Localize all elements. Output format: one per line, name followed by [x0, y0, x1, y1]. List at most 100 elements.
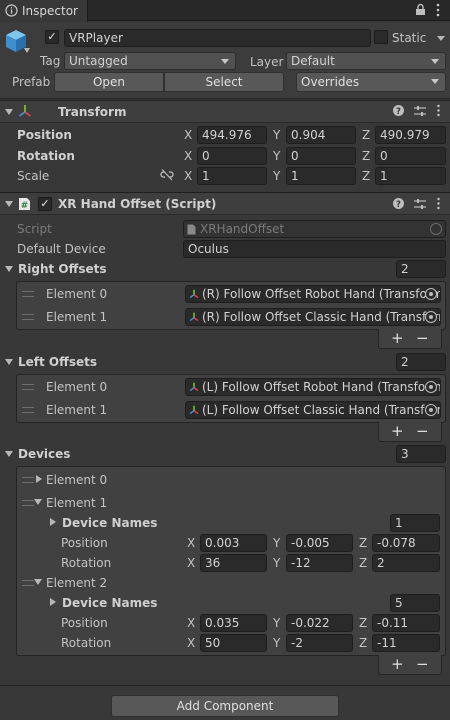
device-2-position-label[interactable]: Position — [61, 615, 108, 631]
inspector-tab[interactable]: Inspector — [0, 0, 88, 22]
right-offsets-size-field[interactable]: 2 — [396, 260, 446, 278]
icon-dropdown-arrow[interactable] — [24, 48, 30, 53]
preset-sliders-icon[interactable] — [414, 198, 426, 210]
active-checkbox[interactable]: ✓ — [45, 30, 59, 44]
position-z-field[interactable]: 490.979 — [375, 126, 446, 144]
link-broken-icon[interactable] — [160, 169, 174, 181]
default-device-field[interactable]: Oculus — [183, 240, 446, 258]
device-2-rotation-y-axis[interactable]: Y — [273, 635, 280, 651]
rotation-z-axis[interactable]: Z — [362, 148, 370, 164]
rotation-x-field[interactable]: 0 — [197, 147, 267, 165]
kebab-menu-icon[interactable] — [435, 3, 441, 17]
device-names-1-size-field[interactable]: 1 — [390, 514, 440, 532]
right-offsets-foldout-arrow[interactable] — [5, 266, 13, 272]
drag-handle-icon[interactable] — [22, 580, 34, 586]
device-element-1-foldout-arrow[interactable] — [34, 499, 42, 505]
device-2-position-z-field[interactable]: -0.11 — [372, 614, 440, 632]
drag-handle-icon[interactable] — [22, 500, 34, 506]
left-offsets-foldout-arrow[interactable] — [5, 359, 13, 365]
device-1-position-x-axis[interactable]: X — [187, 535, 195, 551]
device-2-position-y-field[interactable]: -0.022 — [286, 614, 353, 632]
help-icon[interactable]: ? — [393, 198, 404, 209]
component-menu-icon[interactable] — [436, 197, 441, 210]
device-1-position-label[interactable]: Position — [61, 535, 108, 551]
add-component-button[interactable]: Add Component — [111, 695, 339, 717]
device-1-position-y-axis[interactable]: Y — [273, 535, 280, 551]
static-checkbox[interactable] — [374, 30, 388, 44]
scale-y-axis[interactable]: Y — [273, 168, 280, 184]
left-element-1-field[interactable]: (L) Follow Offset Classic Hand (Transfor… — [185, 401, 441, 419]
device-element-0-foldout-arrow[interactable] — [36, 475, 42, 483]
device-2-position-z-axis[interactable]: Z — [359, 615, 367, 631]
device-1-position-z-field[interactable]: -0.078 — [372, 534, 440, 552]
device-1-position-y-field[interactable]: -0.005 — [286, 534, 353, 552]
drag-handle-icon[interactable] — [22, 291, 34, 297]
devices-size-field[interactable]: 3 — [396, 445, 446, 463]
remove-element-button[interactable]: − — [416, 655, 429, 673]
layer-dropdown[interactable]: Default — [286, 52, 446, 70]
position-z-axis[interactable]: Z — [362, 127, 370, 143]
object-picker-icon[interactable] — [425, 404, 437, 416]
left-offsets-size-field[interactable]: 2 — [396, 353, 446, 371]
device-2-rotation-label[interactable]: Rotation — [61, 635, 111, 651]
device-2-position-x-axis[interactable]: X — [187, 615, 195, 631]
prefab-overrides-dropdown[interactable]: Overrides — [296, 72, 446, 92]
scale-label[interactable]: Scale — [17, 168, 49, 184]
scale-x-field[interactable]: 1 — [197, 167, 267, 185]
right-element-1-field[interactable]: (R) Follow Offset Classic Hand (Transfor… — [185, 308, 441, 326]
tag-dropdown[interactable]: Untagged — [64, 52, 236, 70]
devices-foldout-arrow[interactable] — [5, 451, 13, 457]
device-2-rotation-x-axis[interactable]: X — [187, 635, 195, 651]
left-element-0-field[interactable]: (L) Follow Offset Robot Hand (Transform) — [185, 378, 441, 396]
device-element-0-label[interactable]: Element 0 — [46, 472, 107, 488]
scale-y-field[interactable]: 1 — [286, 167, 356, 185]
add-element-button[interactable]: + — [391, 655, 404, 673]
device-names-2-size-field[interactable]: 5 — [390, 594, 440, 612]
prefab-open-button[interactable]: Open — [54, 72, 164, 92]
position-x-axis[interactable]: X — [184, 127, 192, 143]
add-element-button[interactable]: + — [391, 422, 404, 440]
device-2-position-x-field[interactable]: 0.035 — [200, 614, 267, 632]
object-picker-icon[interactable] — [425, 381, 437, 393]
device-1-rotation-label[interactable]: Rotation — [61, 555, 111, 571]
device-1-rotation-x-field[interactable]: 36 — [200, 554, 267, 572]
drag-handle-icon[interactable] — [22, 314, 34, 320]
position-y-axis[interactable]: Y — [273, 127, 280, 143]
remove-element-button[interactable]: − — [416, 329, 429, 347]
rotation-label[interactable]: Rotation — [17, 148, 75, 164]
device-1-rotation-z-field[interactable]: 2 — [372, 554, 440, 572]
device-element-2-foldout-arrow[interactable] — [34, 579, 42, 585]
device-names-1-foldout-arrow[interactable] — [50, 518, 56, 526]
script-foldout-arrow[interactable] — [5, 201, 13, 207]
object-picker-icon[interactable] — [425, 311, 437, 323]
scale-x-axis[interactable]: X — [184, 168, 192, 184]
device-2-rotation-y-field[interactable]: -2 — [286, 634, 353, 652]
device-element-2-label[interactable]: Element 2 — [46, 575, 107, 591]
rotation-y-axis[interactable]: Y — [273, 148, 280, 164]
device-1-position-z-axis[interactable]: Z — [359, 535, 367, 551]
preset-sliders-icon[interactable] — [414, 105, 426, 117]
help-icon[interactable]: ? — [393, 105, 404, 116]
rotation-z-field[interactable]: 0 — [375, 147, 446, 165]
position-x-field[interactable]: 494.976 — [197, 126, 267, 144]
object-picker-icon[interactable] — [425, 288, 437, 300]
position-y-field[interactable]: 0.904 — [286, 126, 356, 144]
lock-icon[interactable] — [415, 3, 426, 16]
prefab-select-button[interactable]: Select — [164, 72, 284, 92]
drag-handle-icon[interactable] — [22, 407, 34, 413]
drag-handle-icon[interactable] — [22, 477, 34, 483]
drag-handle-icon[interactable] — [22, 384, 34, 390]
rotation-y-field[interactable]: 0 — [286, 147, 356, 165]
device-names-2-foldout-arrow[interactable] — [50, 598, 56, 606]
left-offsets-label[interactable]: Left Offsets — [18, 354, 97, 370]
devices-label[interactable]: Devices — [18, 446, 70, 462]
device-2-position-y-axis[interactable]: Y — [273, 615, 280, 631]
device-2-rotation-z-field[interactable]: -11 — [372, 634, 440, 652]
device-2-rotation-x-field[interactable]: 50 — [200, 634, 267, 652]
right-offsets-label[interactable]: Right Offsets — [18, 261, 106, 277]
rotation-x-axis[interactable]: X — [184, 148, 192, 164]
right-element-0-field[interactable]: (R) Follow Offset Robot Hand (Transform) — [185, 285, 441, 303]
device-element-1-label[interactable]: Element 1 — [46, 495, 107, 511]
device-1-rotation-z-axis[interactable]: Z — [359, 555, 367, 571]
add-element-button[interactable]: + — [391, 329, 404, 347]
